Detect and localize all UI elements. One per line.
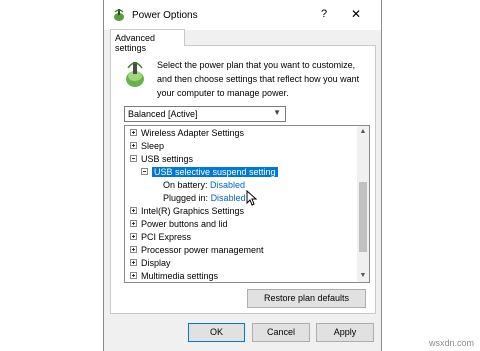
- tree-item-processor-power[interactable]: Processor power management: [130, 244, 264, 257]
- apply-button[interactable]: Apply: [316, 323, 374, 342]
- collapse-minus-icon[interactable]: [130, 155, 137, 163]
- setting-label: Plugged in:: [163, 193, 209, 203]
- tree-item-plugged-in[interactable]: Plugged in: Disabled: [163, 192, 246, 205]
- chevron-down-icon: ▼: [273, 108, 281, 117]
- mouse-pointer-icon: [246, 190, 258, 206]
- tree-item-label: Display: [141, 258, 171, 268]
- tree-item-power-buttons[interactable]: Power buttons and lid: [130, 218, 228, 231]
- tree-item-label: Intel(R) Graphics Settings: [141, 206, 245, 216]
- restore-plan-defaults-button[interactable]: Restore plan defaults: [247, 289, 366, 308]
- expand-plus-icon[interactable]: [130, 233, 137, 241]
- power-plan-select[interactable]: Balanced [Active] ▼: [124, 106, 286, 122]
- tree-scrollbar[interactable]: ▲ ▼: [357, 126, 369, 282]
- power-options-dialog: Power Options ? ✕ Advanced settings Sele…: [103, 0, 382, 351]
- expand-plus-icon[interactable]: [130, 246, 137, 254]
- tree-item-display[interactable]: Display: [130, 257, 171, 270]
- collapse-minus-icon[interactable]: [141, 168, 148, 176]
- tree-item-label: Multimedia settings: [141, 271, 219, 281]
- watermark: wsxdn.com: [428, 338, 474, 348]
- setting-label: On battery:: [163, 180, 208, 190]
- expand-plus-icon[interactable]: [130, 142, 137, 150]
- scroll-down-icon[interactable]: ▼: [357, 270, 369, 282]
- plugged-in-value[interactable]: Disabled: [211, 193, 246, 203]
- cancel-button[interactable]: Cancel: [252, 323, 310, 342]
- tree-item-label: Wireless Adapter Settings: [141, 128, 245, 138]
- battery-plug-icon: [126, 62, 144, 87]
- power-plan-select-value: Balanced [Active]: [128, 109, 198, 119]
- tree-item-wireless[interactable]: Wireless Adapter Settings: [130, 127, 244, 140]
- expand-plus-icon[interactable]: [130, 259, 137, 267]
- tree-item-label: Processor power management: [141, 245, 264, 255]
- title-bar[interactable]: Power Options ? ✕: [104, 0, 381, 30]
- tree-item-label: PCI Express: [141, 232, 192, 242]
- tree-item-multimedia[interactable]: Multimedia settings: [130, 270, 219, 282]
- tree-item-usb-selective-suspend[interactable]: USB selective suspend setting: [141, 166, 278, 179]
- tree-item-sleep[interactable]: Sleep: [130, 140, 164, 153]
- tree-item-label: Power buttons and lid: [141, 219, 228, 229]
- tree-item-pci-express[interactable]: PCI Express: [130, 231, 191, 244]
- advanced-settings-panel: Select the power plan that you want to c…: [110, 45, 376, 314]
- expand-plus-icon[interactable]: [130, 272, 137, 280]
- help-button[interactable]: ?: [317, 8, 331, 20]
- ok-button[interactable]: OK: [188, 323, 245, 342]
- tree-item-intel-graphics[interactable]: Intel(R) Graphics Settings: [130, 205, 244, 218]
- expand-plus-icon[interactable]: [130, 129, 137, 137]
- tree-item-on-battery[interactable]: On battery: Disabled: [163, 179, 245, 192]
- expand-plus-icon[interactable]: [130, 220, 137, 228]
- tree-item-usb-settings[interactable]: USB settings: [130, 153, 193, 166]
- scroll-up-icon[interactable]: ▲: [357, 126, 369, 138]
- tree-item-label-selected: USB selective suspend setting: [152, 167, 278, 177]
- scrollbar-thumb[interactable]: [359, 182, 367, 252]
- expand-plus-icon[interactable]: [130, 207, 137, 215]
- tree-item-label: Sleep: [141, 141, 165, 151]
- close-button[interactable]: ✕: [349, 7, 363, 21]
- on-battery-value[interactable]: Disabled: [210, 180, 245, 190]
- tab-advanced-settings[interactable]: Advanced settings: [110, 29, 185, 53]
- power-options-icon: [114, 9, 124, 21]
- tree-item-label: USB settings: [141, 154, 194, 164]
- intro-text: Select the power plan that you want to c…: [157, 60, 360, 98]
- window-title: Power Options: [132, 10, 198, 21]
